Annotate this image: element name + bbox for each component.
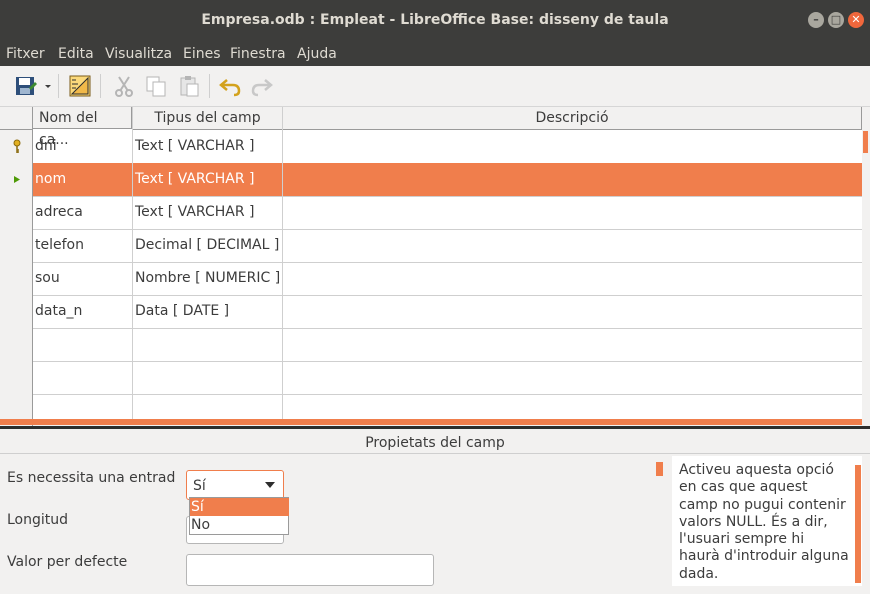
option-si[interactable]: Sí <box>190 498 289 516</box>
close-icon[interactable]: ✕ <box>848 12 864 28</box>
required-value: Sí <box>193 478 206 494</box>
menu-ajuda[interactable]: Ajuda <box>297 46 337 62</box>
table-row[interactable]: sou Nombre [ NUMERIC ] <box>0 262 862 296</box>
row-handle[interactable] <box>0 130 33 163</box>
menu-finestra[interactable]: Finestra <box>230 46 286 62</box>
design-ruler-icon[interactable] <box>68 74 92 98</box>
table-row[interactable] <box>0 328 862 362</box>
cell-name[interactable]: data_n <box>33 295 134 328</box>
cell-description[interactable] <box>283 262 862 295</box>
row-handle[interactable] <box>0 328 33 361</box>
cell-type[interactable]: Nombre [ NUMERIC ] <box>133 262 284 295</box>
maximize-icon[interactable]: □ <box>828 12 844 28</box>
menu-fitxer[interactable]: Fitxer <box>6 46 45 62</box>
menu-bar: Fitxer Edita Visualitza Eines Finestra A… <box>0 42 870 66</box>
table-row[interactable]: adreca Text [ VARCHAR ] <box>0 196 862 230</box>
row-handle[interactable] <box>0 163 33 196</box>
required-label: Es necessita una entrad <box>7 470 176 486</box>
length-label: Longitud <box>7 512 69 528</box>
cell-type[interactable]: Decimal [ DECIMAL ] <box>133 229 284 262</box>
cell-name[interactable]: sou <box>33 262 134 295</box>
cell-type[interactable]: Text [ VARCHAR ] <box>133 163 284 196</box>
cell-name[interactable]: nom <box>33 163 134 196</box>
table-row[interactable]: telefon Decimal [ DECIMAL ] <box>0 229 862 263</box>
scrollbar-thumb[interactable] <box>863 131 868 153</box>
save-icon[interactable] <box>14 74 38 98</box>
help-text: Activeu aquesta opció en cas que aquest … <box>679 462 849 582</box>
field-properties-panel: Propietats del camp Es necessita una ent… <box>0 429 870 594</box>
paste-icon[interactable] <box>177 74 201 98</box>
cell-name[interactable]: dni <box>33 130 134 163</box>
window-title: Empresa.odb : Empleat - LibreOffice Base… <box>201 12 669 28</box>
cell-description[interactable] <box>283 130 862 163</box>
cell-name[interactable] <box>33 328 134 361</box>
table-row[interactable]: nom Text [ VARCHAR ] <box>0 163 862 197</box>
cell-description[interactable] <box>283 163 862 196</box>
toolbar <box>0 66 870 107</box>
column-divider <box>282 107 283 419</box>
toolbar-separator <box>209 74 210 98</box>
default-value-field[interactable] <box>186 554 434 586</box>
redo-icon[interactable] <box>250 74 274 98</box>
required-dropdown-list: Sí No <box>189 497 289 535</box>
cell-name[interactable]: adreca <box>33 196 134 229</box>
cell-description[interactable] <box>283 229 862 262</box>
cell-type[interactable]: Text [ VARCHAR ] <box>133 130 284 163</box>
row-handle[interactable] <box>0 295 33 328</box>
column-divider <box>132 107 133 419</box>
toolbar-separator <box>100 74 101 98</box>
cell-description[interactable] <box>283 295 862 328</box>
menu-eines[interactable]: Eines <box>183 46 221 62</box>
cell-type[interactable]: Data [ DATE ] <box>133 295 284 328</box>
table-row[interactable] <box>0 361 862 395</box>
cut-icon[interactable] <box>112 74 136 98</box>
chevron-down-icon <box>265 482 275 488</box>
option-no[interactable]: No <box>190 516 289 534</box>
cell-name[interactable] <box>33 361 134 394</box>
cell-type[interactable] <box>133 361 284 394</box>
minimize-icon[interactable]: – <box>808 12 824 28</box>
default-value-label: Valor per defecte <box>7 554 128 570</box>
menu-edita[interactable]: Edita <box>58 46 94 62</box>
dropdown-arrow-icon[interactable] <box>42 74 54 98</box>
column-header-type[interactable]: Tipus del camp <box>133 107 283 130</box>
required-select[interactable]: Sí <box>186 470 284 500</box>
current-row-arrow-icon <box>14 176 20 183</box>
help-scrollbar[interactable] <box>855 465 861 583</box>
cell-description[interactable] <box>283 328 862 361</box>
title-bar: Empresa.odb : Empleat - LibreOffice Base… <box>0 0 870 42</box>
menu-visualitza[interactable]: Visualitza <box>105 46 172 62</box>
row-handle[interactable] <box>0 361 33 394</box>
vertical-scrollbar[interactable] <box>862 107 870 419</box>
column-header-name[interactable]: Nom del ca... <box>33 107 132 148</box>
field-grid: Nom del ca... Tipus del camp Descripció … <box>0 107 862 428</box>
cell-description[interactable] <box>283 196 862 229</box>
properties-title: Propietats del camp <box>365 435 505 451</box>
copy-icon[interactable] <box>144 74 168 98</box>
key-icon <box>13 139 21 153</box>
grid-corner <box>0 107 33 130</box>
undo-icon[interactable] <box>218 74 242 98</box>
row-handle[interactable] <box>0 229 33 262</box>
help-marker <box>656 462 663 476</box>
properties-divider <box>0 453 870 454</box>
cell-type[interactable] <box>133 328 284 361</box>
cell-name[interactable]: telefon <box>33 229 134 262</box>
row-handle[interactable] <box>0 196 33 229</box>
table-row[interactable]: data_n Data [ DATE ] <box>0 295 862 329</box>
cell-type[interactable]: Text [ VARCHAR ] <box>133 196 284 229</box>
column-header-description[interactable]: Descripció <box>283 107 862 130</box>
horizontal-scrollbar[interactable] <box>0 419 862 425</box>
toolbar-separator <box>58 74 59 98</box>
row-handle[interactable] <box>0 262 33 295</box>
table-row[interactable]: dni Text [ VARCHAR ] <box>0 130 862 164</box>
cell-description[interactable] <box>283 361 862 394</box>
